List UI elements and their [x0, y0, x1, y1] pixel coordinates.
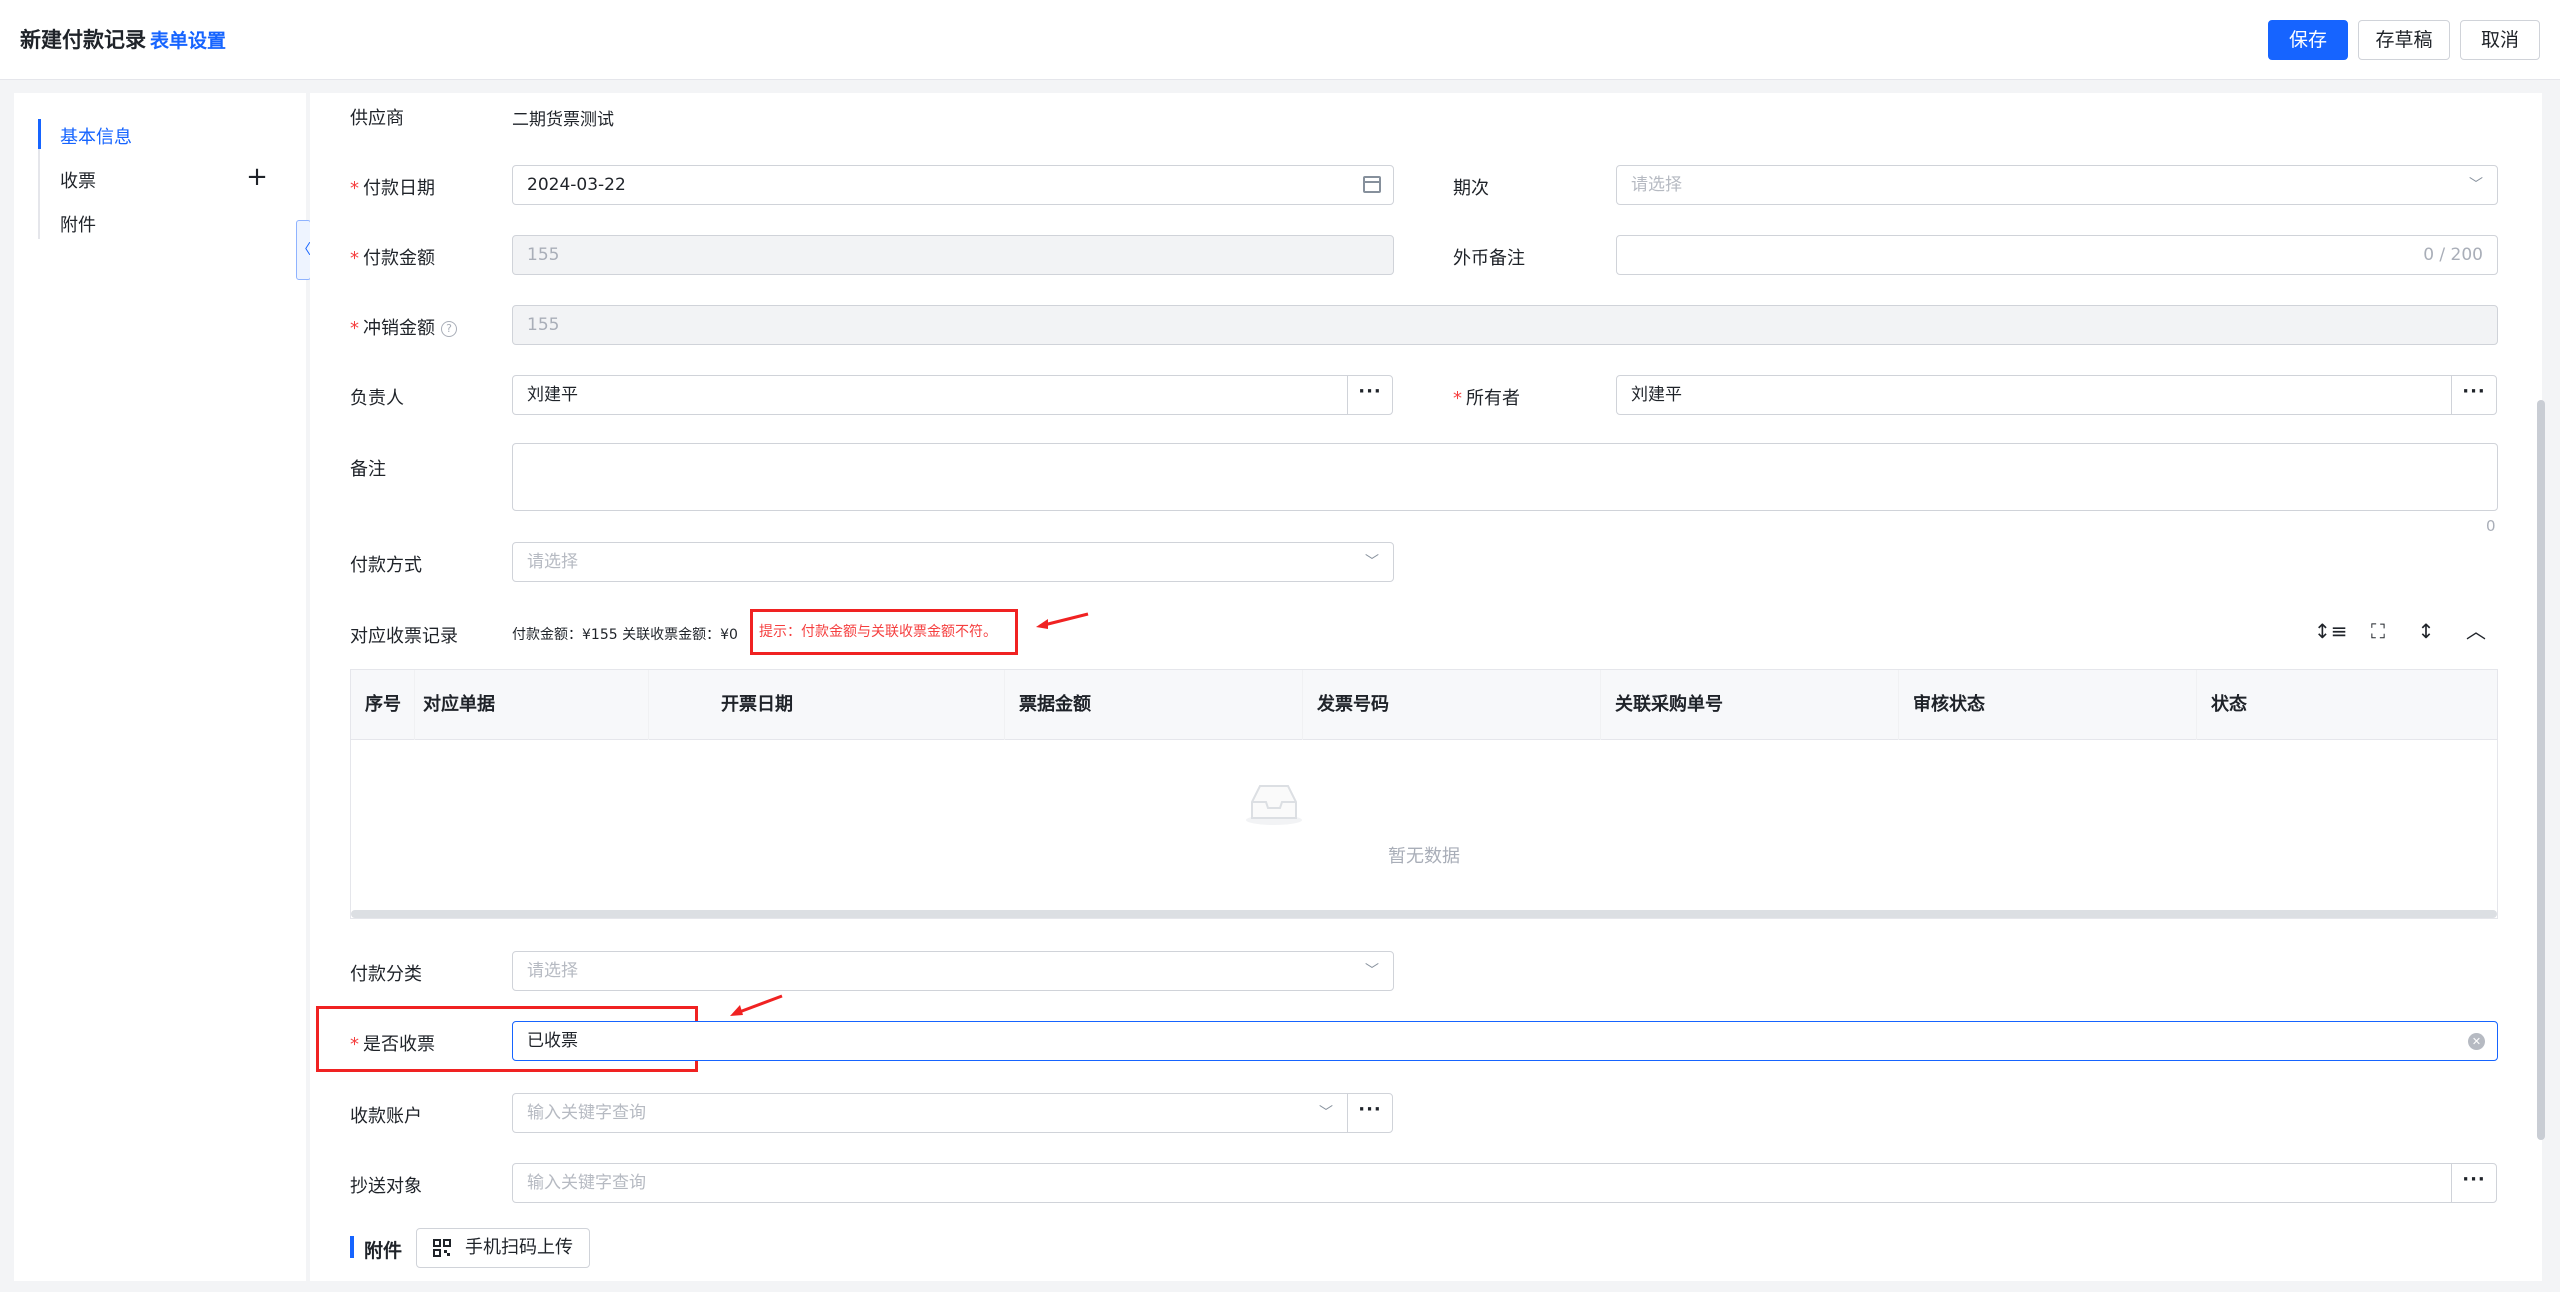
cc-label: 抄送对象: [350, 1176, 422, 1197]
mismatch-tip: 提示：付款金额与关联收票金额不符。: [750, 609, 1018, 655]
currency-note-input[interactable]: 0 / 200: [1616, 235, 2498, 275]
required-mark: *: [350, 178, 359, 199]
required-mark: *: [350, 248, 359, 269]
nav-item-basic-info[interactable]: 基本信息: [60, 123, 132, 149]
remark-label: 备注: [350, 459, 386, 480]
payment-date-picker[interactable]: 2024-03-22: [512, 165, 1394, 205]
collapse-chevron-up-icon[interactable]: ︿: [2462, 617, 2490, 645]
required-mark: *: [350, 318, 359, 339]
account-placeholder: 输入关键字查询: [527, 1103, 646, 1123]
invoice-received-label: * 是否收票: [350, 1034, 435, 1055]
required-mark: *: [350, 1034, 359, 1055]
mobile-scan-upload-button[interactable]: 手机扫码上传: [416, 1228, 590, 1268]
column-header: 对应单据: [409, 670, 649, 740]
account-picker-more-button[interactable]: ···: [1347, 1093, 1393, 1133]
column-header: 开票日期: [707, 670, 1005, 740]
page-scrollbar-thumb[interactable]: [2537, 400, 2545, 1140]
column-header: 审核状态: [1899, 670, 2197, 740]
receiving-account-input[interactable]: 输入关键字查询 ﹀: [512, 1093, 1348, 1133]
qr-code-icon: [433, 1239, 451, 1257]
chevron-down-icon: ﹀: [1365, 963, 1379, 979]
person-picker-more-button[interactable]: ···: [1347, 375, 1393, 415]
upload-button-label: 手机扫码上传: [465, 1237, 573, 1258]
cc-input[interactable]: 输入关键字查询: [512, 1163, 2452, 1203]
period-placeholder: 请选择: [1631, 175, 1682, 195]
person-in-charge-label: 负责人: [350, 388, 404, 409]
cc-placeholder: 输入关键字查询: [527, 1173, 646, 1193]
fullscreen-icon[interactable]: ⛶: [2364, 617, 2392, 645]
payment-category-select[interactable]: 请选择 ﹀: [512, 951, 1394, 991]
period-label: 期次: [1453, 178, 1489, 199]
column-header: 关联采购单号: [1601, 670, 1899, 740]
invoice-records-table: 序号 对应单据 开票日期 票据金额 发票号码 关联采购单号 审核状态 状态 暂无…: [350, 669, 2498, 919]
writeoff-amount-input: 155: [512, 305, 2498, 345]
currency-note-label: 外币备注: [1453, 248, 1525, 269]
nav-item-invoice[interactable]: 收票: [60, 167, 96, 193]
add-invoice-plus-icon[interactable]: +: [246, 164, 268, 190]
payment-date-value: 2024-03-22: [527, 175, 626, 195]
annotation-arrow-icon: [730, 994, 783, 1016]
receiving-account-label: 收款账户: [350, 1106, 422, 1127]
char-counter: 0 / 200: [2423, 245, 2483, 265]
payment-date-label: * 付款日期: [350, 178, 435, 199]
payment-method-placeholder: 请选择: [527, 552, 578, 572]
invoice-records-label: 对应收票记录: [350, 626, 458, 647]
supplier-value: 二期货票测试: [512, 110, 614, 130]
owner-label: * 所有者: [1453, 388, 1520, 409]
section-nav: 基本信息 收票 + 附件: [14, 93, 306, 1281]
row-height-icon[interactable]: ↕≡: [2314, 617, 2348, 645]
required-mark: *: [1453, 388, 1462, 409]
owner-picker-more-button[interactable]: ···: [2451, 375, 2497, 415]
supplier-label: 供应商: [350, 108, 404, 129]
column-resize-icon[interactable]: ↕: [2412, 617, 2440, 645]
owner-input[interactable]: 刘建平: [1616, 375, 2452, 415]
chevron-down-icon: ﹀: [1365, 554, 1379, 570]
payment-category-label: 付款分类: [350, 964, 422, 985]
calendar-icon: [1363, 176, 1381, 193]
remark-counter: 0: [2486, 517, 2496, 535]
payment-category-placeholder: 请选择: [527, 961, 578, 981]
cc-picker-more-button[interactable]: ···: [2451, 1163, 2497, 1203]
remark-textarea[interactable]: [512, 443, 2498, 511]
column-header: 序号: [351, 670, 415, 740]
period-select[interactable]: 请选择 ﹀: [1616, 165, 2498, 205]
help-icon[interactable]: ?: [441, 321, 457, 337]
horizontal-scrollbar[interactable]: [351, 910, 2497, 918]
writeoff-amount-label: * 冲销金额?: [350, 314, 457, 340]
empty-text: 暂无数据: [1388, 846, 1460, 867]
invoice-received-select[interactable]: 已收票 ✕: [512, 1021, 2498, 1061]
top-bar: 新建付款记录 表单设置 保存 存草稿 取消: [0, 0, 2560, 80]
page-title: 新建付款记录: [20, 28, 146, 52]
nav-item-attachment[interactable]: 附件: [60, 211, 96, 237]
payment-amount-input: 155: [512, 235, 1394, 275]
chevron-down-icon: ﹀: [2469, 177, 2483, 193]
clear-icon[interactable]: ✕: [2468, 1033, 2485, 1050]
payment-method-label: 付款方式: [350, 555, 422, 576]
section-marker: [350, 1236, 354, 1258]
sidebar-collapse-chevron-icon[interactable]: 〈: [296, 220, 311, 280]
amount-summary: 付款金额：¥155 关联收票金额：¥0: [512, 627, 738, 643]
save-draft-button[interactable]: 存草稿: [2358, 20, 2450, 60]
attachment-section-title: 附件: [364, 1240, 403, 1262]
empty-inbox-icon: [1246, 785, 1302, 825]
payment-method-select[interactable]: 请选择 ﹀: [512, 542, 1394, 582]
person-in-charge-input[interactable]: 刘建平: [512, 375, 1348, 415]
chevron-down-icon: ﹀: [1319, 1105, 1333, 1121]
table-header: 序号 对应单据 开票日期 票据金额 发票号码 关联采购单号 审核状态 状态: [351, 670, 2497, 740]
column-header: 票据金额: [1005, 670, 1303, 740]
annotation-arrow-icon: [1036, 612, 1089, 629]
nav-active-indicator: [38, 119, 41, 149]
form-settings-link[interactable]: 表单设置: [150, 26, 226, 53]
column-header: 发票号码: [1303, 670, 1601, 740]
column-header: 状态: [2211, 694, 2247, 715]
cancel-button[interactable]: 取消: [2460, 20, 2540, 60]
save-button[interactable]: 保存: [2268, 20, 2348, 60]
invoice-received-value: 已收票: [527, 1031, 578, 1051]
payment-amount-label: * 付款金额: [350, 248, 435, 269]
